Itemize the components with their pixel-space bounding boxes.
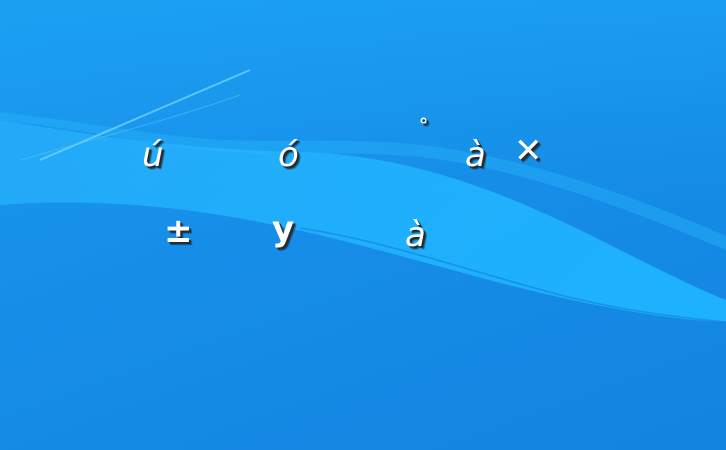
desktop: ú ó ˚ à ✕ ± y à — [0, 0, 726, 450]
glyph-a-grave: à — [465, 135, 486, 175]
glyph-ring: ˚ — [418, 118, 429, 143]
glyph-multiply: ✕ — [514, 131, 543, 171]
glyph-o-acute: ó — [278, 135, 299, 175]
glyph-plus-minus: ± — [164, 211, 193, 251]
glyph-a-grave-2: à — [405, 215, 426, 255]
glyph-u-acute: ú — [142, 135, 164, 175]
wallpaper-waves — [0, 0, 726, 323]
glyph-y: y — [272, 209, 295, 249]
